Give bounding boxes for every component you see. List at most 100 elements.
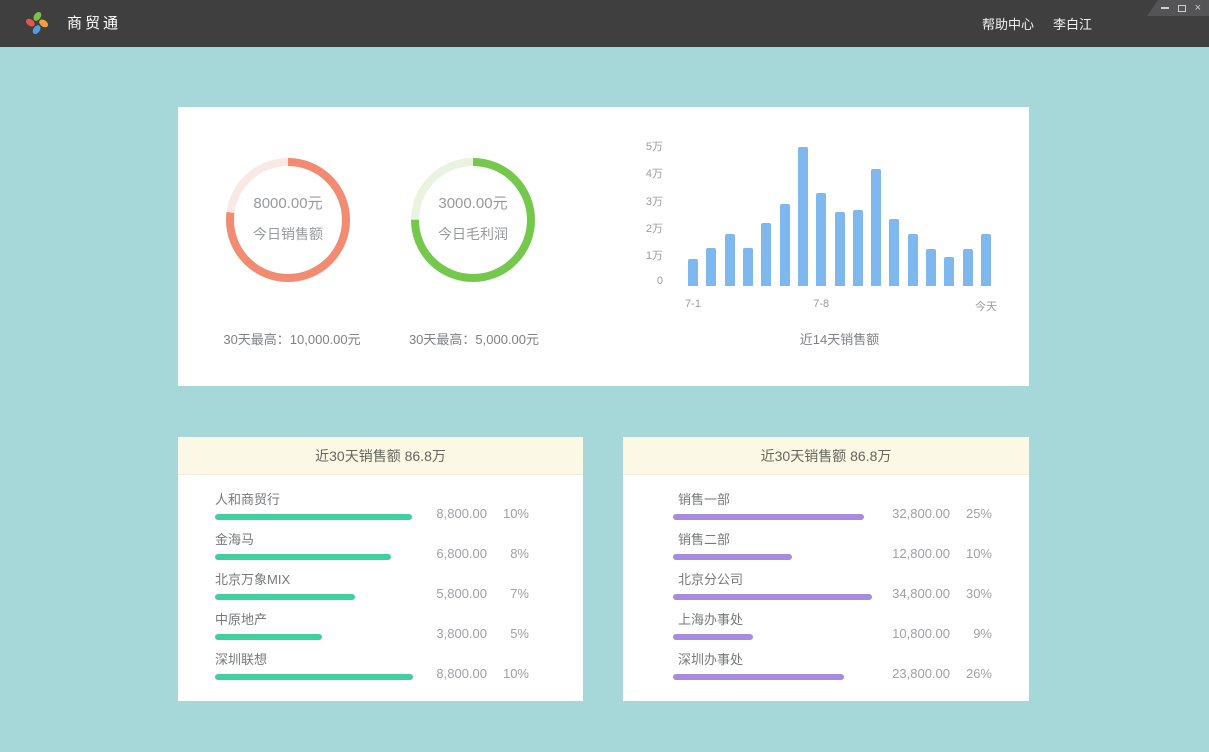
bar-chart-bars <box>688 146 991 286</box>
list-item-amount: 34,800.00 <box>892 586 950 601</box>
bar <box>981 234 991 286</box>
departments-card-title: 近30天销售额 86.8万 <box>623 437 1029 475</box>
list-item-name: 上海办事处 <box>678 612 1029 627</box>
bar-chart-title: 近14天销售额 <box>688 329 991 348</box>
bar <box>944 257 954 286</box>
customers-card: 近30天销售额 86.8万 人和商贸行 8,800.00 10% 金海马 6,8… <box>178 437 583 701</box>
list-item-bar <box>215 674 413 680</box>
list-item: 上海办事处 10,800.00 9% <box>623 612 1029 652</box>
list-item-amount: 8,800.00 <box>436 666 487 681</box>
bar <box>871 169 881 286</box>
today-sales-label: 今日销售额 <box>253 224 323 244</box>
departments-card: 近30天销售额 86.8万 销售一部 32,800.00 25% 销售二部 12… <box>623 437 1029 701</box>
app-window: 商贸通 帮助中心 李白江 × 8000.00元 今日销售额 30天最高：10,0… <box>0 0 1209 752</box>
list-item-name: 北京万象MIX <box>215 572 583 587</box>
x-axis-tick: 7-8 <box>813 298 829 310</box>
today-profit-donut: 3000.00元 今日毛利润 <box>408 155 538 285</box>
titlebar: 商贸通 帮助中心 李白江 × <box>0 0 1209 47</box>
list-item-amount: 23,800.00 <box>892 666 950 681</box>
bar <box>743 248 753 286</box>
list-item-percent: 25% <box>962 506 992 521</box>
user-name[interactable]: 李白江 <box>1053 14 1092 33</box>
bar <box>816 193 826 286</box>
close-icon[interactable]: × <box>1195 3 1201 13</box>
list-item-name: 金海马 <box>215 532 583 547</box>
list-item-bar <box>673 514 864 520</box>
app-title: 商贸通 <box>67 0 121 47</box>
y-axis-tick: 1万 <box>608 247 663 263</box>
list-item-amount: 3,800.00 <box>436 626 487 641</box>
list-item-bar <box>215 554 391 560</box>
x-axis-tick: 7-1 <box>685 298 701 310</box>
list-item-bar <box>673 634 753 640</box>
list-item-percent: 7% <box>499 586 529 601</box>
list-item-amount: 10,800.00 <box>892 626 950 641</box>
list-item-name: 人和商贸行 <box>215 492 583 507</box>
list-item-name: 深圳联想 <box>215 652 583 667</box>
y-axis-tick: 5万 <box>608 138 663 154</box>
summary-card: 8000.00元 今日销售额 30天最高：10,000.00元 3000.00元… <box>178 107 1029 386</box>
list-item-bar <box>673 594 872 600</box>
list-item-percent: 30% <box>962 586 992 601</box>
bar <box>706 248 716 286</box>
list-item-name: 北京分公司 <box>678 572 1029 587</box>
bar <box>835 212 845 286</box>
list-item: 人和商贸行 8,800.00 10% <box>178 492 583 532</box>
bar <box>798 147 808 286</box>
list-item: 销售一部 32,800.00 25% <box>623 492 1029 532</box>
bar <box>688 259 698 286</box>
bar-chart-yaxis: 01万2万3万4万5万 <box>608 107 663 386</box>
bar <box>761 223 771 286</box>
list-item-bar <box>215 514 412 520</box>
list-item-amount: 12,800.00 <box>892 546 950 561</box>
x-axis-tick: 今天 <box>975 298 997 314</box>
list-item-percent: 10% <box>499 666 529 681</box>
today-profit-max-caption: 30天最高：5,000.00元 <box>363 329 585 348</box>
list-item-bar <box>673 554 792 560</box>
list-item-percent: 10% <box>962 546 992 561</box>
app-logo-pinwheel-icon <box>23 9 51 37</box>
window-controls: × <box>1147 0 1209 16</box>
minimize-icon[interactable] <box>1161 7 1169 9</box>
help-center-link[interactable]: 帮助中心 <box>982 14 1034 33</box>
list-item: 销售二部 12,800.00 10% <box>623 532 1029 572</box>
list-item-name: 深圳办事处 <box>678 652 1029 667</box>
list-item-name: 销售一部 <box>678 492 1029 507</box>
bar <box>926 249 936 286</box>
bar <box>889 219 899 286</box>
list-item-amount: 5,800.00 <box>436 586 487 601</box>
list-item-bar <box>215 594 355 600</box>
customers-card-title: 近30天销售额 86.8万 <box>178 437 583 475</box>
list-item: 中原地产 3,800.00 5% <box>178 612 583 652</box>
today-sales-donut: 8000.00元 今日销售额 <box>223 155 353 285</box>
list-item: 北京分公司 34,800.00 30% <box>623 572 1029 612</box>
list-item-name: 中原地产 <box>215 612 583 627</box>
list-item-amount: 32,800.00 <box>892 506 950 521</box>
y-axis-tick: 3万 <box>608 193 663 209</box>
bar <box>725 234 735 286</box>
maximize-icon[interactable] <box>1178 5 1186 12</box>
list-item: 北京万象MIX 5,800.00 7% <box>178 572 583 612</box>
y-axis-tick: 2万 <box>608 220 663 236</box>
today-profit-value: 3000.00元 <box>438 192 507 213</box>
list-item-bar <box>215 634 322 640</box>
list-item: 金海马 6,800.00 8% <box>178 532 583 572</box>
list-item: 深圳办事处 23,800.00 26% <box>623 652 1029 692</box>
list-item-bar <box>673 674 844 680</box>
list-item-percent: 8% <box>499 546 529 561</box>
bar <box>908 234 918 286</box>
departments-list: 销售一部 32,800.00 25% 销售二部 12,800.00 10% 北京… <box>623 475 1029 692</box>
today-profit-label: 今日毛利润 <box>438 224 508 244</box>
list-item-amount: 6,800.00 <box>436 546 487 561</box>
list-item-percent: 26% <box>962 666 992 681</box>
list-item-amount: 8,800.00 <box>436 506 487 521</box>
customers-list: 人和商贸行 8,800.00 10% 金海马 6,800.00 8% 北京万象M… <box>178 475 583 692</box>
list-item-percent: 5% <box>499 626 529 641</box>
today-sales-value: 8000.00元 <box>253 192 322 213</box>
bar <box>853 210 863 286</box>
bar-chart-xaxis: 7-17-8今天 <box>688 298 991 312</box>
y-axis-tick: 0 <box>608 275 663 287</box>
bar <box>963 249 973 286</box>
list-item-percent: 9% <box>962 626 992 641</box>
bar <box>780 204 790 286</box>
